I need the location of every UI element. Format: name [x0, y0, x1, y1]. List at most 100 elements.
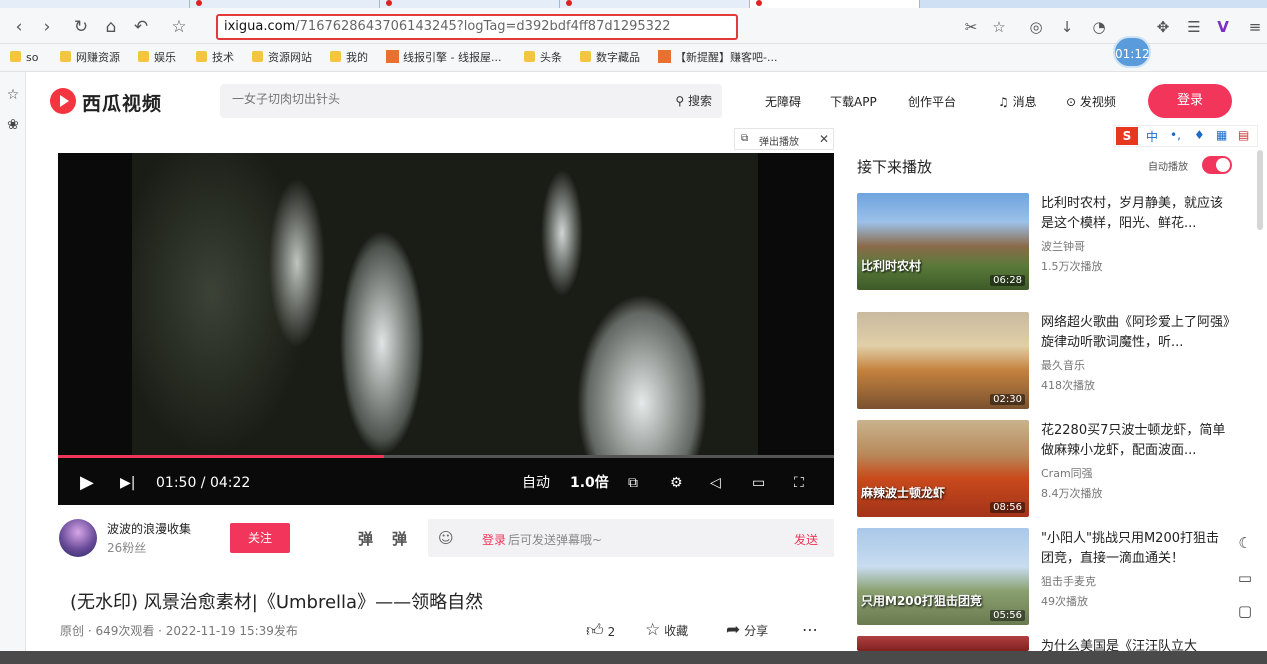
star-icon[interactable]: ☆	[168, 16, 190, 38]
fullscreen-icon[interactable]: ⛶	[794, 471, 804, 495]
recommendation-thumbnail[interactable]: 只用M200打狙击团竞 05:56	[857, 528, 1029, 625]
recommendation-title[interactable]: 网络超火歌曲《阿珍爱上了阿强》旋律动听歌词魔性，听...	[1041, 313, 1231, 353]
bookmark-item[interactable]: 线报引擎 - 线报屋...	[386, 50, 501, 66]
popout-player-button[interactable]: ⧉ 弹出播放 ✕	[734, 128, 834, 150]
bookmark-item[interactable]: 头条	[524, 50, 562, 66]
recommendation-title[interactable]: 花2280买7只波士顿龙虾，简单做麻辣小龙虾，配面波面...	[1041, 421, 1231, 461]
progress-bar[interactable]	[58, 455, 834, 458]
recommendation-author[interactable]: 最久音乐	[1041, 357, 1085, 373]
mic-icon[interactable]: ♦	[1194, 128, 1205, 142]
browser-tab[interactable]	[380, 0, 560, 8]
author-avatar[interactable]	[59, 519, 97, 557]
reload-icon[interactable]: ↻	[70, 16, 92, 38]
recommendation-item[interactable]: 只用M200打狙击团竞 05:56 "小阳人"挑战只用M200打狙击团竞，直接一滴血…	[857, 528, 1237, 628]
folder-icon	[252, 51, 263, 62]
recommendation-thumbnail[interactable]: 比利时农村 06:28	[857, 193, 1029, 290]
recommendation-author[interactable]: 狙击手麦克	[1041, 573, 1096, 589]
browser-tab[interactable]	[0, 0, 190, 8]
feedback-icon[interactable]: ▭	[1232, 565, 1258, 591]
logo-play-icon	[50, 88, 76, 114]
search-input[interactable]	[232, 92, 632, 106]
recommendation-item[interactable]: 为什么美国是《汪汪队立大	[857, 636, 1237, 654]
favorite-add-icon[interactable]: ☆	[988, 16, 1010, 38]
recommendation-item[interactable]: 比利时农村 06:28 比利时农村，岁月静美，就应该是这个模样，阳光、鲜花... 波兰…	[857, 193, 1237, 293]
mute-icon[interactable]: ✂	[960, 16, 982, 38]
close-popout-icon[interactable]: ✕	[819, 132, 829, 146]
nav-download-app[interactable]: 下载APP	[830, 93, 877, 110]
bookmark-item[interactable]: 我的	[330, 50, 368, 66]
forward-icon[interactable]: ›	[36, 16, 58, 38]
author-name[interactable]: 波波的浪漫收集	[107, 520, 191, 537]
volume-icon[interactable]: ◁	[710, 471, 721, 495]
url-input[interactable]: ixigua.com/7167628643706143245?logTag=d3…	[216, 14, 738, 40]
recommendation-item[interactable]: 02:30 网络超火歌曲《阿珍爱上了阿强》旋律动听歌词魔性，听... 最久音乐 418…	[857, 312, 1237, 412]
next-icon[interactable]: ▶|	[120, 471, 135, 495]
recommendation-title[interactable]: 比利时农村，岁月静美，就应该是这个模样，阳光、鲜花...	[1041, 194, 1231, 234]
sogou-icon[interactable]: S	[1116, 127, 1138, 145]
browser-tab[interactable]	[190, 0, 380, 8]
bookmark-item[interactable]: 技术	[196, 50, 234, 66]
ime-mode[interactable]: 中	[1146, 128, 1158, 145]
bookmark-item[interactable]: so	[10, 50, 38, 66]
recommendation-thumbnail[interactable]	[857, 636, 1029, 651]
video-player[interactable]: ▶ ▶| 01:50 / 04:22 自动 1.0倍 ⧉ ⚙ ◁ ▭ ⛶	[58, 153, 834, 505]
undo-icon[interactable]: ↶	[130, 16, 152, 38]
recommendation-thumbnail[interactable]: 麻辣波士顿龙虾 08:56	[857, 420, 1029, 517]
nav-creator-platform[interactable]: 创作平台	[908, 93, 956, 110]
autoplay-toggle[interactable]	[1202, 156, 1232, 174]
recommendation-author[interactable]: 波兰钟哥	[1041, 238, 1085, 254]
comment-icon[interactable]: ▢	[1232, 598, 1258, 624]
bookmark-item[interactable]: 数字藏品	[580, 50, 640, 66]
home-icon[interactable]: ⌂	[100, 16, 122, 38]
search-button[interactable]: ⚲ 搜索	[675, 92, 712, 109]
video-duration: 06:28	[990, 275, 1025, 286]
download-icon[interactable]: ↓	[1056, 16, 1078, 38]
browser-tab-active[interactable]	[750, 0, 920, 8]
danmu-send-button[interactable]: 发送	[794, 531, 818, 548]
screenshot-icon[interactable]: ◎	[1025, 16, 1047, 38]
scrollbar-thumb[interactable]	[1257, 150, 1263, 230]
vpn-icon[interactable]: V	[1212, 16, 1234, 38]
reading-list-icon[interactable]: ☰	[1183, 16, 1205, 38]
back-icon[interactable]: ‹	[8, 16, 30, 38]
recommendation-author[interactable]: Cram同强	[1041, 465, 1093, 481]
more-icon[interactable]: ⋯	[802, 620, 818, 639]
danmu-toggle-icon[interactable]: 弹	[358, 528, 373, 549]
danmu-settings-icon[interactable]: 弹	[392, 528, 407, 549]
danmu-login-link[interactable]: 登录	[482, 531, 506, 548]
dark-mode-icon[interactable]: ☾	[1232, 530, 1258, 556]
bookmark-label: 线报引擎 - 线报屋...	[403, 51, 502, 64]
login-button[interactable]: 登录	[1148, 84, 1232, 118]
publish-link[interactable]: ⊙ 发视频	[1066, 93, 1116, 110]
skin-icon[interactable]: ▤	[1238, 128, 1249, 142]
extensions-icon[interactable]: ✥	[1152, 16, 1174, 38]
quality-button[interactable]: 自动	[522, 471, 550, 495]
emoji-icon[interactable]: ☺	[438, 529, 454, 547]
recommendation-title[interactable]: "小阳人"挑战只用M200打狙击团竞，直接一滴血通关！	[1041, 529, 1231, 569]
punctuation-icon[interactable]: •,	[1170, 128, 1181, 142]
bookmark-item[interactable]: 网赚资源	[60, 50, 120, 66]
collect-button[interactable]: ☆ 收藏	[645, 620, 688, 640]
messages-link[interactable]: ♫ 消息	[998, 93, 1037, 110]
recommendation-thumbnail[interactable]: 02:30	[857, 312, 1029, 409]
browser-tab[interactable]	[560, 0, 750, 8]
keyboard-icon[interactable]: ▦	[1216, 128, 1227, 142]
bookmark-item[interactable]: 娱乐	[138, 50, 176, 66]
pip-icon[interactable]: ⧉	[628, 471, 638, 495]
history-icon[interactable]: ◔	[1088, 16, 1110, 38]
follow-button[interactable]: 关注	[230, 523, 290, 553]
favorites-icon[interactable]: ☆	[4, 86, 22, 104]
speed-button[interactable]: 1.0倍	[570, 471, 609, 495]
settings-icon[interactable]: ⚙	[670, 471, 683, 495]
theater-mode-icon[interactable]: ▭	[752, 471, 765, 495]
play-icon[interactable]: ▶	[80, 471, 94, 495]
share-button[interactable]: ➦ 分享	[726, 620, 768, 640]
danmu-input-box[interactable]: ☺ 登录 后可发送弹幕哦~ 发送	[428, 519, 834, 557]
like-button[interactable]: 👍︎ 2	[586, 620, 615, 641]
bookmark-item[interactable]: 【新提醒】赚客吧-...	[658, 50, 777, 66]
menu-icon[interactable]: ≡	[1244, 16, 1266, 38]
nav-accessibility[interactable]: 无障碍	[765, 93, 801, 110]
bookmark-item[interactable]: 资源网站	[252, 50, 312, 66]
recommendation-item[interactable]: 麻辣波士顿龙虾 08:56 花2280买7只波士顿龙虾，简单做麻辣小龙虾，配面波面.…	[857, 420, 1237, 520]
extensions-sidebar-icon[interactable]: ❀	[4, 116, 22, 134]
